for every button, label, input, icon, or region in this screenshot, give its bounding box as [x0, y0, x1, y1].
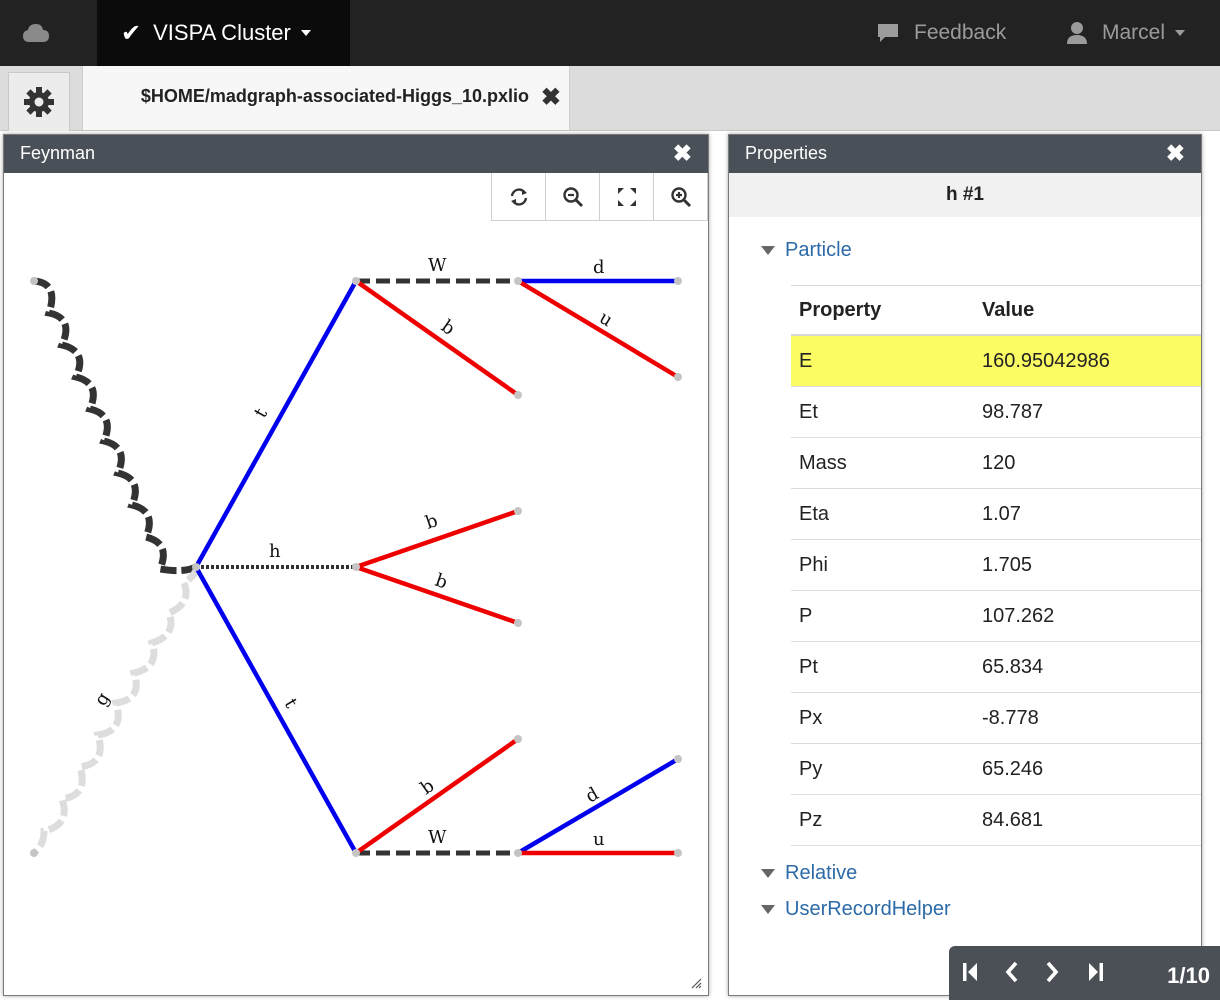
feynman-panel: Feynman ✖ g t t h W W b b b b d u d u: [3, 134, 709, 996]
triangle-down-icon: [761, 869, 775, 878]
tab-bar: $HOME/madgraph-associated-Higgs_10.pxlio…: [0, 66, 1220, 131]
b-higgs-1-line: [355, 508, 519, 570]
property-value: 84.681: [974, 794, 1201, 846]
property-name: Phi: [791, 539, 974, 591]
first-page-icon[interactable]: [961, 960, 979, 984]
user-icon: [1067, 22, 1087, 44]
property-value: -8.778: [974, 692, 1201, 744]
property-name: Px: [791, 692, 974, 744]
label-top-upper: t: [250, 404, 272, 421]
label-w-upper: W: [428, 255, 447, 276]
property-value: 98.787: [974, 386, 1201, 438]
page-counter: 1/10: [1167, 963, 1210, 988]
property-name: Eta: [791, 488, 974, 540]
table-row[interactable]: P 107.262: [791, 590, 1201, 642]
u-upper-line: [516, 279, 680, 379]
property-value: 1.07: [974, 488, 1201, 540]
previous-page-icon[interactable]: [1003, 960, 1021, 984]
feynman-diagram[interactable]: g t t h W W b b b b d u d u: [4, 173, 706, 993]
label-top-lower: t: [280, 695, 302, 712]
comment-icon: [878, 24, 898, 42]
properties-table: Property Value E 160.95042986 Et 98.787 …: [791, 285, 1201, 846]
header-property: Property: [791, 285, 974, 336]
cloud-icon: [23, 24, 49, 42]
feynman-panel-header: Feynman ✖: [4, 135, 708, 173]
top-upper-line: [194, 279, 358, 569]
section-particle[interactable]: Particle: [761, 239, 852, 262]
gluon-lower: [31, 565, 200, 856]
vertices: [30, 277, 682, 857]
section-userrecordhelper[interactable]: UserRecordHelper: [761, 898, 951, 921]
table-row[interactable]: Et 98.787: [791, 386, 1201, 438]
cloud-menu-button[interactable]: [0, 0, 70, 66]
label-b-higgs-1: b: [423, 510, 441, 534]
table-row[interactable]: E 160.95042986: [791, 335, 1201, 387]
top-navbar: ✔ VISPA Cluster Feedback Marcel: [0, 0, 1220, 66]
event-pager: 1/10: [949, 946, 1220, 1000]
property-value: 120: [974, 437, 1201, 489]
table-row[interactable]: Pt 65.834: [791, 641, 1201, 693]
triangle-down-icon: [761, 246, 775, 255]
property-value: 107.262: [974, 590, 1201, 642]
top-lower-line: [194, 565, 358, 855]
property-name: Py: [791, 743, 974, 795]
property-name: Et: [791, 386, 974, 438]
label-u-lower: u: [593, 829, 605, 850]
close-panel-icon[interactable]: ✖: [673, 140, 692, 167]
object-title: h #1: [729, 173, 1201, 217]
vispa-cluster-menu[interactable]: ✔ VISPA Cluster: [97, 0, 350, 66]
label-d-upper: d: [593, 257, 605, 278]
label-gluon-lower: g: [90, 689, 114, 710]
property-name: Pz: [791, 794, 974, 846]
properties-panel: Properties ✖ h #1 Particle Property Valu…: [728, 134, 1202, 996]
table-row[interactable]: Py 65.246: [791, 743, 1201, 795]
section-label: Relative: [785, 862, 858, 884]
feedback-label: Feedback: [914, 21, 1007, 44]
close-tab-icon[interactable]: ✖: [541, 83, 561, 112]
label-b-upper: b: [437, 316, 458, 340]
triangle-down-icon: [761, 905, 775, 914]
brand-label: VISPA Cluster: [153, 20, 291, 45]
property-name: Pt: [791, 641, 974, 693]
label-higgs: h: [269, 541, 281, 562]
feedback-link[interactable]: Feedback: [876, 0, 1006, 66]
property-value: 1.705: [974, 539, 1201, 591]
user-name: Marcel: [1102, 21, 1166, 44]
b-upper-line: [354, 279, 520, 397]
property-name: P: [791, 590, 974, 642]
property-name: E: [791, 335, 974, 387]
next-page-icon[interactable]: [1043, 960, 1061, 984]
table-row[interactable]: Mass 120: [791, 437, 1201, 489]
close-panel-icon[interactable]: ✖: [1166, 140, 1185, 167]
gear-icon: [24, 87, 54, 117]
checkmark-icon: ✔: [121, 19, 142, 47]
property-value: 65.246: [974, 743, 1201, 795]
section-label: Particle: [785, 239, 852, 261]
property-name: Mass: [791, 437, 974, 489]
caret-down-icon: [300, 30, 311, 36]
gluon-upper: [33, 277, 198, 575]
last-page-icon[interactable]: [1087, 960, 1105, 984]
file-tab[interactable]: $HOME/madgraph-associated-Higgs_10.pxlio…: [82, 66, 570, 130]
table-row[interactable]: Px -8.778: [791, 692, 1201, 744]
label-b-higgs-2: b: [432, 570, 450, 594]
panel-title: Feynman: [20, 143, 96, 163]
table-row[interactable]: Pz 84.681: [791, 794, 1201, 846]
label-w-lower: W: [428, 827, 447, 848]
table-row[interactable]: Eta 1.07: [791, 488, 1201, 540]
properties-panel-header: Properties ✖: [729, 135, 1201, 173]
table-row[interactable]: Phi 1.705: [791, 539, 1201, 591]
file-tab-label: $HOME/madgraph-associated-Higgs_10.pxlio: [140, 86, 529, 106]
user-menu[interactable]: Marcel: [1066, 0, 1186, 66]
panel-title: Properties: [745, 143, 828, 163]
property-value: 160.95042986: [974, 335, 1201, 387]
section-relative[interactable]: Relative: [761, 862, 857, 885]
caret-down-icon: [1175, 30, 1186, 36]
resize-grip-icon[interactable]: [690, 977, 702, 989]
section-label: UserRecordHelper: [785, 898, 951, 920]
settings-tab[interactable]: [8, 72, 70, 131]
header-value: Value: [974, 285, 1201, 336]
property-value: 65.834: [974, 641, 1201, 693]
